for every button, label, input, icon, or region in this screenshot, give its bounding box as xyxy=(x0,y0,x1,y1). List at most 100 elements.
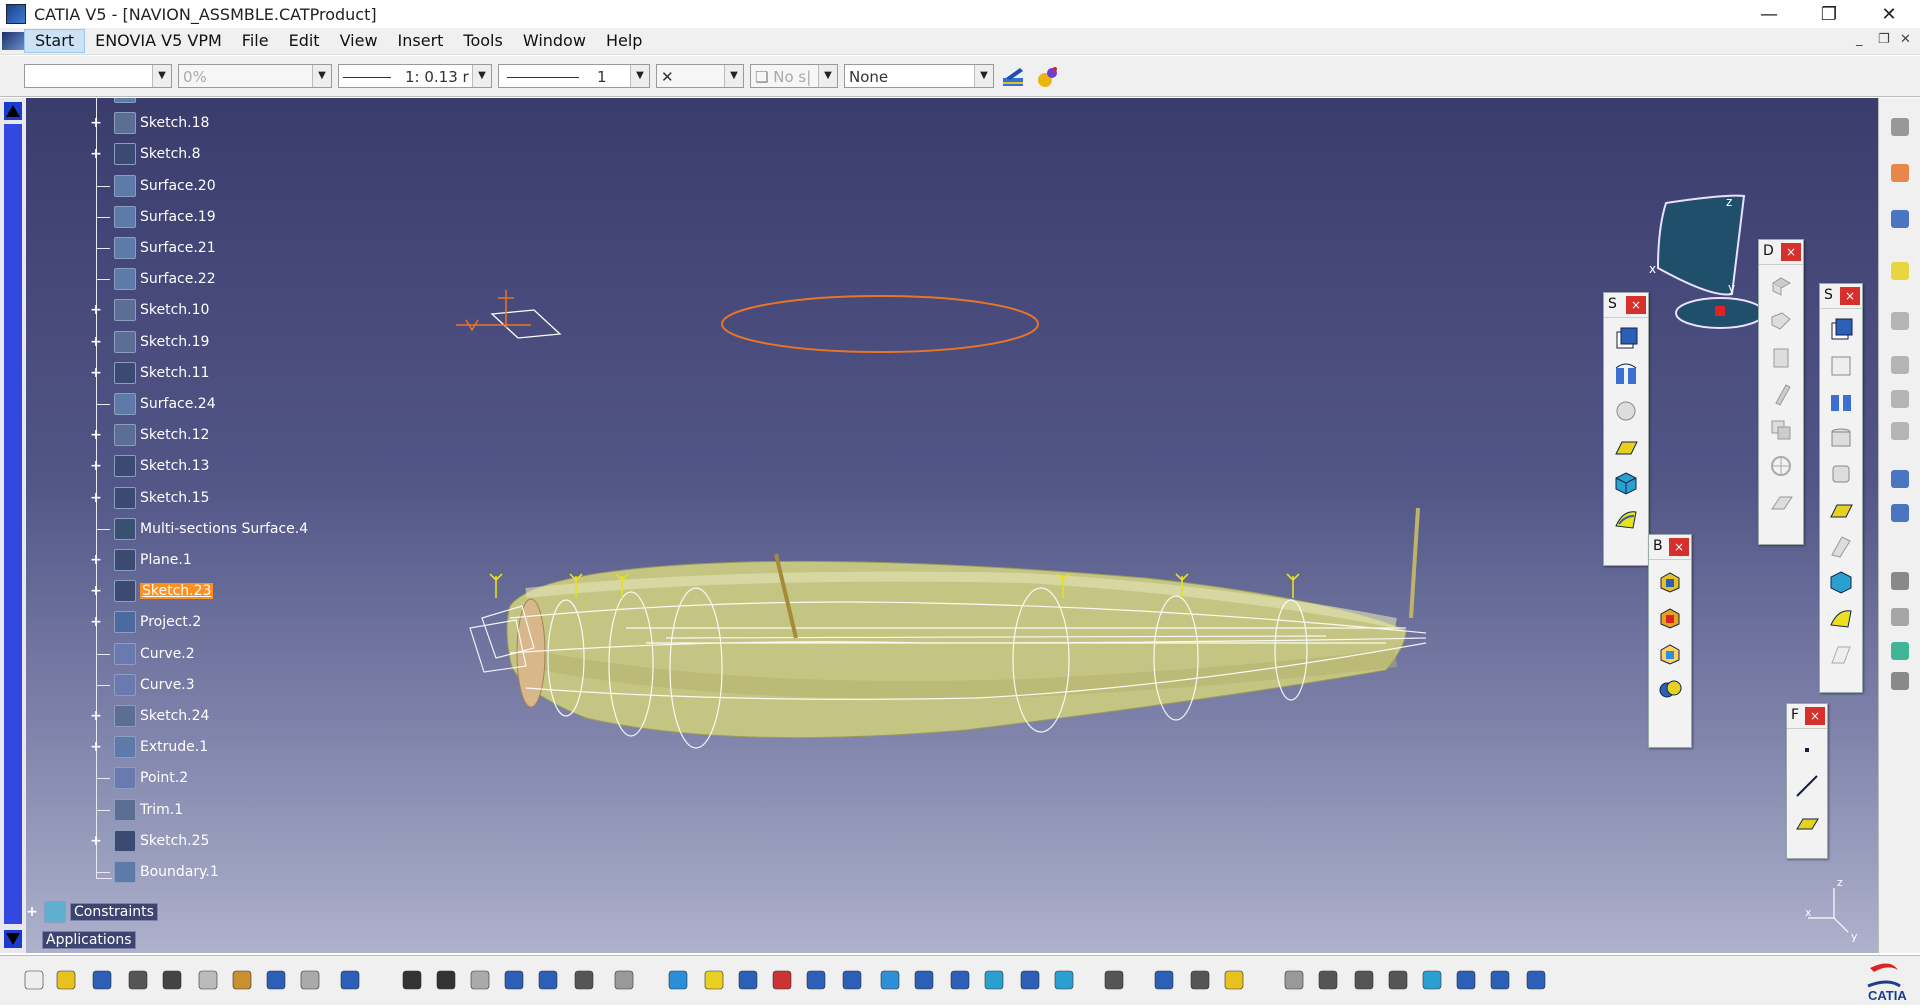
plane-icon[interactable] xyxy=(1522,966,1550,994)
redo-icon[interactable] xyxy=(296,966,324,994)
tree-node-constraints[interactable]: + Constraints xyxy=(26,901,158,923)
intersect-icon[interactable] xyxy=(1655,674,1685,704)
compass-icon[interactable] xyxy=(1452,966,1480,994)
tree-node-sketch-24[interactable]: + Sketch.24 xyxy=(90,705,209,727)
revolve-icon[interactable] xyxy=(1826,351,1856,381)
fly-icon[interactable] xyxy=(664,966,692,994)
whats-this-icon[interactable] xyxy=(336,966,364,994)
tree-node-plane-1[interactable]: + Plane.1 xyxy=(90,549,192,571)
cube-icon[interactable] xyxy=(1418,966,1446,994)
sphere-icon[interactable] xyxy=(1885,416,1915,446)
settings-icon[interactable] xyxy=(1885,666,1915,696)
open-icon[interactable] xyxy=(52,966,80,994)
expand-icon[interactable]: + xyxy=(90,303,102,317)
healing-icon[interactable] xyxy=(1766,307,1796,337)
select-arrow-icon[interactable] xyxy=(1885,158,1915,188)
scrollbar-thumb[interactable] xyxy=(4,124,22,924)
close-icon[interactable]: × xyxy=(1840,287,1860,305)
fit-all-icon[interactable] xyxy=(700,966,728,994)
zoom-in-icon[interactable] xyxy=(802,966,830,994)
remove-icon[interactable] xyxy=(1655,638,1685,668)
zoom-out-icon[interactable] xyxy=(838,966,866,994)
formula-icon[interactable] xyxy=(398,966,426,994)
tree-node-sketch-15[interactable]: + Sketch.15 xyxy=(90,486,209,509)
multi-section-icon[interactable] xyxy=(1611,504,1641,534)
print-icon[interactable] xyxy=(124,966,152,994)
tree-node-sketch-12[interactable]: + Sketch.12 xyxy=(90,424,209,447)
pattern-icon[interactable] xyxy=(1885,306,1915,336)
menu-enovia[interactable]: ENOVIA V5 VPM xyxy=(85,30,232,52)
paste-icon[interactable] xyxy=(228,966,256,994)
chevron-down-icon[interactable]: ▼ xyxy=(630,65,649,87)
measure-icon[interactable] xyxy=(610,966,638,994)
analysis-icon[interactable] xyxy=(1100,966,1128,994)
tree-node-boundary-1[interactable]: Boundary.1 xyxy=(90,861,219,883)
close-icon[interactable]: × xyxy=(1669,538,1689,556)
menu-insert[interactable]: Insert xyxy=(388,30,454,52)
tree-node-sketch-23[interactable]: + Sketch.23 xyxy=(90,580,214,603)
measure-between-icon[interactable] xyxy=(1150,966,1178,994)
extrude-icon[interactable] xyxy=(1826,315,1856,345)
sweep-icon[interactable] xyxy=(1611,360,1641,390)
close-icon[interactable]: × xyxy=(1805,707,1825,725)
hide-show-icon[interactable] xyxy=(1016,966,1044,994)
untrim-icon[interactable] xyxy=(1766,343,1796,373)
new-icon[interactable] xyxy=(20,966,48,994)
list-icon[interactable] xyxy=(1486,966,1514,994)
multi-view-icon[interactable] xyxy=(910,966,938,994)
tree-node-sketch-11[interactable]: + Sketch.11 xyxy=(90,361,209,384)
expand-icon[interactable]: + xyxy=(90,116,102,130)
mdi-restore-button[interactable]: ❐ xyxy=(1878,32,1890,47)
measure-item-icon[interactable] xyxy=(1186,966,1214,994)
tree-node-extrude-1[interactable]: + Extrude.1 xyxy=(90,736,208,759)
disassemble-icon[interactable] xyxy=(1766,379,1796,409)
solid-icon[interactable] xyxy=(1826,567,1856,597)
point-symbol-combo[interactable]: ✕ ▼ xyxy=(656,64,744,88)
catalog-icon[interactable] xyxy=(534,966,562,994)
undo-icon[interactable] xyxy=(262,966,290,994)
palette-operations[interactable]: D × xyxy=(1758,239,1804,545)
tree-node-surface-20[interactable]: Surface.20 xyxy=(90,174,216,197)
tree-node-sketch-25[interactable]: + Sketch.25 xyxy=(90,829,209,852)
sweep-icon[interactable] xyxy=(1826,387,1856,417)
expand-icon[interactable]: + xyxy=(90,335,102,349)
mdi-close-button[interactable]: ✕ xyxy=(1900,32,1911,47)
close-button[interactable]: ✕ xyxy=(1866,0,1912,28)
tree-node-project-2[interactable]: + Project.2 xyxy=(90,611,201,634)
thickness-combo[interactable]: 1 ▼ xyxy=(498,64,650,88)
restore-button[interactable]: ❐ xyxy=(1806,0,1852,28)
normal-view-icon[interactable] xyxy=(876,966,904,994)
render-style-icon[interactable] xyxy=(980,966,1008,994)
comment-icon[interactable] xyxy=(432,966,460,994)
join-icon[interactable] xyxy=(1766,271,1796,301)
mass-icon[interactable] xyxy=(1220,966,1248,994)
grab-icon[interactable] xyxy=(1314,966,1342,994)
expand-icon[interactable]: + xyxy=(90,366,102,380)
tree-node-curve-3[interactable]: Curve.3 xyxy=(90,673,195,696)
plane-icon[interactable] xyxy=(1792,807,1822,837)
tree-node-curve-2[interactable]: Curve.2 xyxy=(90,642,195,665)
offset-icon[interactable] xyxy=(1826,459,1856,489)
split-icon[interactable] xyxy=(1766,415,1796,445)
dimension-icon[interactable] xyxy=(1384,966,1412,994)
expand-icon[interactable]: + xyxy=(90,147,102,161)
minimize-button[interactable]: — xyxy=(1746,0,1792,28)
blend-icon[interactable] xyxy=(1826,531,1856,561)
layer-filter-combo[interactable]: None ▼ xyxy=(844,64,994,88)
menu-view[interactable]: View xyxy=(330,30,388,52)
box-icon[interactable] xyxy=(1885,602,1915,632)
chevron-down-icon[interactable]: ▼ xyxy=(724,65,743,87)
transparency-combo[interactable]: 0% ▼ xyxy=(178,64,332,88)
menu-help[interactable]: Help xyxy=(596,30,652,52)
sketch-icon[interactable] xyxy=(1885,204,1915,234)
chevron-down-icon[interactable]: ▼ xyxy=(312,65,331,87)
cylinder-icon[interactable] xyxy=(1826,423,1856,453)
3d-viewport[interactable]: z x y x y z + Constraints Applications S… xyxy=(26,98,1878,953)
expand-icon[interactable]: + xyxy=(26,905,38,919)
rotate-icon[interactable] xyxy=(768,966,796,994)
cut-icon[interactable] xyxy=(158,966,186,994)
knowledge-icon[interactable] xyxy=(570,966,598,994)
scroll-up-arrow-icon[interactable] xyxy=(4,102,22,120)
chevron-down-icon[interactable]: ▼ xyxy=(472,65,491,87)
scroll-down-arrow-icon[interactable] xyxy=(4,930,22,948)
